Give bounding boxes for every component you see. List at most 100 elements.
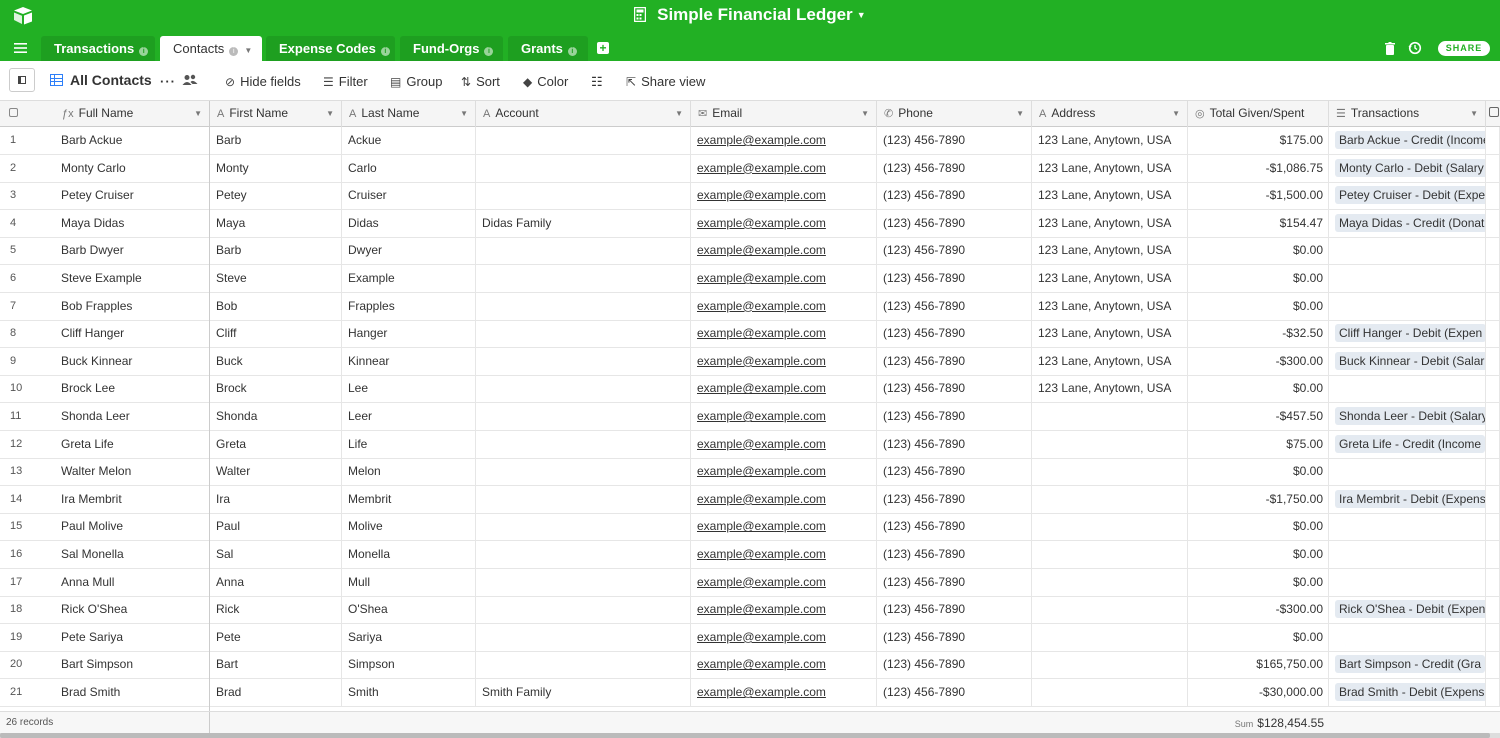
cell-account[interactable]: [476, 403, 691, 430]
cell-transactions[interactable]: [1329, 623, 1486, 651]
chevron-down-icon[interactable]: ▼: [194, 101, 202, 126]
linked-record-chip[interactable]: Petey Cruiser - Debit (Expe: [1335, 186, 1485, 205]
cell-email[interactable]: example@example.com: [691, 292, 877, 320]
collaborators-icon[interactable]: [182, 74, 198, 89]
cell-full-name[interactable]: Petey Cruiser: [55, 182, 210, 210]
cell-full-name[interactable]: Brock Lee: [55, 375, 210, 403]
table-row[interactable]: 10 Brock Lee Brock Lee example@example.com (1…: [0, 375, 1500, 404]
filter-button[interactable]: ☰ Filter: [323, 74, 368, 89]
cell-email[interactable]: example@example.com: [691, 154, 877, 182]
cell-address[interactable]: 123 Lane, Anytown, USA: [1032, 237, 1188, 265]
cell-next-column[interactable]: [1486, 485, 1500, 513]
cell-full-name[interactable]: Anna Mull: [55, 568, 210, 596]
cell-first-name[interactable]: Anna: [210, 568, 342, 596]
table-row[interactable]: 2 Monty Carlo Monty Carlo example@example.co…: [0, 154, 1500, 183]
cell-address[interactable]: [1032, 679, 1188, 706]
table-row[interactable]: 21 Brad Smith Brad Smith Smith Family example…: [0, 679, 1500, 707]
cell-next-column[interactable]: [1486, 127, 1500, 154]
cell-account[interactable]: [476, 292, 691, 320]
chevron-down-icon[interactable]: ▼: [460, 101, 468, 126]
table-row[interactable]: 14 Ira Membrit Ira Membrit example@example.c…: [0, 485, 1500, 514]
cell-total-given-spent[interactable]: -$457.50: [1188, 403, 1329, 430]
cell-total-given-spent[interactable]: $0.00: [1188, 458, 1329, 486]
linked-record-chip[interactable]: Barb Ackue - Credit (Income: [1335, 131, 1485, 149]
linked-record-chip[interactable]: Monty Carlo - Debit (Salary: [1335, 158, 1485, 177]
cell-email[interactable]: example@example.com: [691, 375, 877, 403]
cell-full-name[interactable]: Buck Kinnear: [55, 347, 210, 375]
chevron-down-icon[interactable]: ▼: [1172, 101, 1180, 126]
cell-next-column[interactable]: [1486, 541, 1500, 568]
cell-first-name[interactable]: Steve: [210, 265, 342, 292]
cell-transactions[interactable]: Greta Life - Credit (Income: [1329, 430, 1486, 458]
cell-account[interactable]: [476, 154, 691, 182]
chevron-down-icon[interactable]: ▼: [1016, 101, 1024, 126]
cell-full-name[interactable]: Bart Simpson: [55, 651, 210, 679]
cell-last-name[interactable]: Lee: [342, 375, 476, 403]
column-header-first-name[interactable]: A First Name ▼: [210, 101, 342, 127]
cell-phone[interactable]: (123) 456-7890: [877, 127, 1032, 154]
select-all-checkbox[interactable]: [0, 101, 55, 127]
cell-email[interactable]: example@example.com: [691, 430, 877, 458]
cell-account[interactable]: [476, 623, 691, 651]
sort-button[interactable]: ⇅ Sort: [461, 74, 500, 89]
row-number[interactable]: 8: [0, 320, 55, 347]
cell-first-name[interactable]: Rick: [210, 596, 342, 624]
column-header-full-name[interactable]: ƒx Full Name ▼: [55, 101, 210, 127]
cell-next-column[interactable]: [1486, 237, 1500, 265]
row-number[interactable]: 12: [0, 431, 55, 458]
cell-full-name[interactable]: Barb Ackue: [55, 127, 210, 154]
cell-address[interactable]: 123 Lane, Anytown, USA: [1032, 265, 1188, 292]
cell-full-name[interactable]: Steve Example: [55, 265, 210, 292]
table-row[interactable]: 4 Maya Didas Maya Didas Didas Family example@…: [0, 209, 1500, 238]
column-header-address[interactable]: A Address ▼: [1032, 101, 1188, 127]
cell-email[interactable]: example@example.com: [691, 513, 877, 541]
linked-record-chip[interactable]: Maya Didas - Credit (Donat: [1335, 213, 1485, 232]
cell-first-name[interactable]: Ira: [210, 485, 342, 513]
cell-last-name[interactable]: Smith: [342, 679, 476, 706]
row-number[interactable]: 19: [0, 624, 55, 651]
row-number[interactable]: 2: [0, 155, 55, 182]
cell-account[interactable]: [476, 265, 691, 292]
cell-address[interactable]: [1032, 651, 1188, 679]
row-number[interactable]: 6: [0, 265, 55, 292]
cell-email[interactable]: example@example.com: [691, 182, 877, 210]
table-row[interactable]: 19 Pete Sariya Pete Sariya example@example.c…: [0, 623, 1500, 652]
cell-full-name[interactable]: Maya Didas: [55, 209, 210, 237]
cell-phone[interactable]: (123) 456-7890: [877, 623, 1032, 651]
row-number[interactable]: 14: [0, 486, 55, 513]
cell-address[interactable]: [1032, 430, 1188, 458]
cell-total-given-spent[interactable]: -$32.50: [1188, 320, 1329, 348]
cell-address[interactable]: 123 Lane, Anytown, USA: [1032, 182, 1188, 210]
hide-fields-button[interactable]: ⊘ Hide fields: [225, 74, 301, 89]
table-row[interactable]: 9 Buck Kinnear Buck Kinnear example@example.…: [0, 347, 1500, 376]
cell-next-column[interactable]: [1486, 320, 1500, 348]
cell-email[interactable]: example@example.com: [691, 458, 877, 486]
tab-fund-orgs[interactable]: Fund-Orgs i: [400, 36, 503, 61]
cell-total-given-spent[interactable]: -$300.00: [1188, 596, 1329, 624]
chevron-down-icon[interactable]: ▼: [244, 46, 252, 55]
scrollbar-thumb[interactable]: [0, 733, 1490, 738]
cell-next-column[interactable]: [1486, 154, 1500, 182]
cell-first-name[interactable]: Shonda: [210, 403, 342, 430]
cell-address[interactable]: 123 Lane, Anytown, USA: [1032, 292, 1188, 320]
cell-first-name[interactable]: Monty: [210, 154, 342, 182]
cell-transactions[interactable]: [1329, 568, 1486, 596]
cell-last-name[interactable]: Hanger: [342, 320, 476, 348]
cell-first-name[interactable]: Brock: [210, 375, 342, 403]
cell-first-name[interactable]: Buck: [210, 347, 342, 375]
cell-email[interactable]: example@example.com: [691, 209, 877, 237]
cell-account[interactable]: [476, 568, 691, 596]
cell-first-name[interactable]: Cliff: [210, 320, 342, 348]
tab-contacts[interactable]: Contacts i ▼: [160, 36, 262, 61]
cell-email[interactable]: example@example.com: [691, 679, 877, 706]
cell-phone[interactable]: (123) 456-7890: [877, 292, 1032, 320]
table-row[interactable]: 1 Barb Ackue Barb Ackue example@example.com(…: [0, 127, 1500, 155]
cell-total-given-spent[interactable]: $0.00: [1188, 237, 1329, 265]
table-row[interactable]: 6 Steve Example Steve Example example@exampl…: [0, 265, 1500, 293]
cell-phone[interactable]: (123) 456-7890: [877, 679, 1032, 706]
color-button[interactable]: ◆ Color: [523, 74, 568, 89]
cell-account[interactable]: [476, 541, 691, 568]
cell-phone[interactable]: (123) 456-7890: [877, 320, 1032, 348]
cell-first-name[interactable]: Paul: [210, 513, 342, 541]
cell-last-name[interactable]: Carlo: [342, 154, 476, 182]
